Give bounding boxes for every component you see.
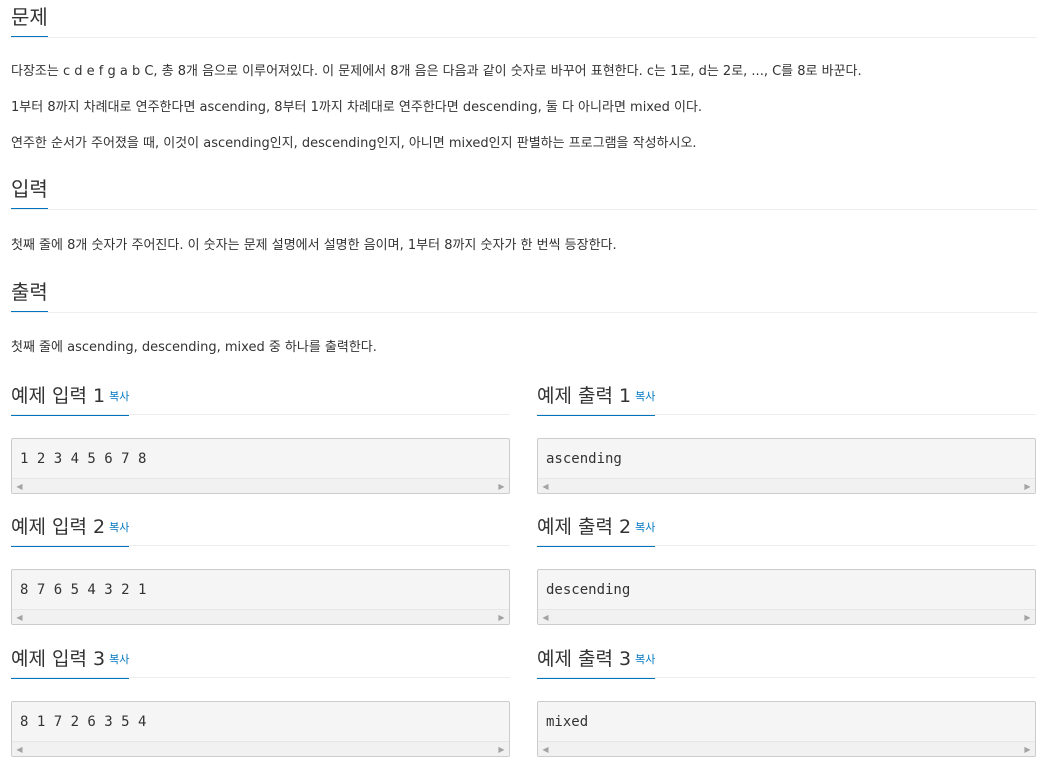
sample-output-3-value: mixed: [546, 714, 589, 730]
sample-output-3-title: 예제 출력 3: [537, 648, 632, 670]
sample-input-3-heading: 예제 입력 3 복사: [11, 646, 130, 679]
sample-input-1-scrollbar[interactable]: ◀ ▶: [12, 478, 509, 493]
scroll-right-arrow-icon[interactable]: ▶: [494, 479, 509, 493]
sample-output-1-headline: 예제 출력 1 복사: [537, 383, 1036, 416]
sample-input-1-heading: 예제 입력 1 복사: [11, 383, 130, 416]
sample-input-3-scrollbar[interactable]: ◀ ▶: [12, 741, 509, 756]
scroll-left-arrow-icon[interactable]: ◀: [538, 479, 553, 493]
copy-sample-input-2-button[interactable]: 복사: [109, 521, 129, 534]
sample-input-3-box: 8 1 7 2 6 3 5 4 ◀ ▶: [11, 701, 510, 757]
sample-input-2-scrollbar[interactable]: ◀ ▶: [12, 609, 509, 624]
output-section: 출력 첫째 줄에 ascending, descending, mixed 중 …: [11, 275, 1037, 355]
sample-input-1-box: 1 2 3 4 5 6 7 8 ◀ ▶: [11, 438, 510, 494]
scroll-right-arrow-icon[interactable]: ▶: [1020, 610, 1035, 624]
sample-input-2: 예제 입력 2 복사 8 7 6 5 4 3 2 1 ◀ ▶: [11, 514, 510, 625]
sample-output-2-scrollbar[interactable]: ◀ ▶: [538, 609, 1035, 624]
sample-input-2-title: 예제 입력 2: [11, 516, 106, 538]
input-headline: 입력: [11, 172, 1037, 210]
scroll-right-arrow-icon[interactable]: ▶: [494, 610, 509, 624]
sample-output-3-heading: 예제 출력 3 복사: [537, 646, 656, 679]
problem-paragraph-1: 다장조는 c d e f g a b C, 총 8개 음으로 이루어져있다. 이…: [11, 64, 862, 79]
scroll-right-arrow-icon[interactable]: ▶: [1020, 742, 1035, 756]
sample-input-1-title: 예제 입력 1: [11, 385, 106, 407]
sample-output-2-value: descending: [546, 582, 631, 598]
sample-output-2-headline: 예제 출력 2 복사: [537, 514, 1036, 547]
problem-page: 문제 다장조는 c d e f g a b C, 총 8개 음으로 이루어져있다…: [0, 0, 1047, 769]
sample-output-1-value: ascending: [546, 451, 622, 467]
copy-sample-output-1-button[interactable]: 복사: [635, 390, 655, 403]
copy-sample-input-1-button[interactable]: 복사: [109, 390, 129, 403]
problem-paragraph-3: 연주한 순서가 주어졌을 때, 이것이 ascending인지, descend…: [11, 136, 697, 151]
sample-output-2: 예제 출력 2 복사 descending ◀ ▶: [537, 514, 1036, 625]
scroll-left-arrow-icon[interactable]: ◀: [12, 742, 27, 756]
sample-input-3-headline: 예제 입력 3 복사: [11, 646, 510, 679]
input-section: 입력 첫째 줄에 8개 숫자가 주어진다. 이 숫자는 문제 설명에서 설명한 …: [11, 172, 1037, 253]
sample-input-2-heading: 예제 입력 2 복사: [11, 514, 130, 547]
sample-input-2-box: 8 7 6 5 4 3 2 1 ◀ ▶: [11, 569, 510, 625]
sample-output-1-scrollbar[interactable]: ◀ ▶: [538, 478, 1035, 493]
problem-title: 문제: [11, 4, 48, 37]
sample-input-3: 예제 입력 3 복사 8 1 7 2 6 3 5 4 ◀ ▶: [11, 646, 510, 757]
copy-sample-output-3-button[interactable]: 복사: [635, 653, 655, 666]
problem-section: 문제 다장조는 c d e f g a b C, 총 8개 음으로 이루어져있다…: [11, 0, 1037, 151]
sample-input-1-value: 1 2 3 4 5 6 7 8: [20, 451, 147, 467]
sample-output-3-box: mixed ◀ ▶: [537, 701, 1036, 757]
sample-output-1-title: 예제 출력 1: [537, 385, 632, 407]
sample-output-2-box: descending ◀ ▶: [537, 569, 1036, 625]
sample-output-2-title: 예제 출력 2: [537, 516, 632, 538]
scroll-left-arrow-icon[interactable]: ◀: [538, 610, 553, 624]
sample-output-3-scrollbar[interactable]: ◀ ▶: [538, 741, 1035, 756]
sample-input-2-value: 8 7 6 5 4 3 2 1: [20, 582, 147, 598]
input-title: 입력: [11, 176, 48, 209]
copy-sample-output-2-button[interactable]: 복사: [635, 521, 655, 534]
sample-input-2-headline: 예제 입력 2 복사: [11, 514, 510, 547]
scroll-left-arrow-icon[interactable]: ◀: [12, 479, 27, 493]
copy-sample-input-3-button[interactable]: 복사: [109, 653, 129, 666]
output-headline: 출력: [11, 275, 1037, 313]
sample-input-3-value: 8 1 7 2 6 3 5 4: [20, 714, 147, 730]
scroll-left-arrow-icon[interactable]: ◀: [12, 610, 27, 624]
output-title: 출력: [11, 279, 48, 312]
sample-output-1-heading: 예제 출력 1 복사: [537, 383, 656, 416]
sample-input-3-title: 예제 입력 3: [11, 648, 106, 670]
scroll-right-arrow-icon[interactable]: ▶: [494, 742, 509, 756]
input-paragraph: 첫째 줄에 8개 숫자가 주어진다. 이 숫자는 문제 설명에서 설명한 음이며…: [11, 238, 617, 253]
problem-paragraph-2: 1부터 8까지 차례대로 연주한다면 ascending, 8부터 1까지 차례…: [11, 100, 703, 115]
output-paragraph: 첫째 줄에 ascending, descending, mixed 중 하나를…: [11, 340, 377, 355]
problem-headline: 문제: [11, 0, 1037, 38]
sample-output-1: 예제 출력 1 복사 ascending ◀ ▶: [537, 383, 1036, 494]
scroll-left-arrow-icon[interactable]: ◀: [538, 742, 553, 756]
sample-output-3-headline: 예제 출력 3 복사: [537, 646, 1036, 679]
sample-output-1-box: ascending ◀ ▶: [537, 438, 1036, 494]
sample-output-3: 예제 출력 3 복사 mixed ◀ ▶: [537, 646, 1036, 757]
sample-output-2-heading: 예제 출력 2 복사: [537, 514, 656, 547]
sample-input-1-headline: 예제 입력 1 복사: [11, 383, 510, 416]
scroll-right-arrow-icon[interactable]: ▶: [1020, 479, 1035, 493]
sample-input-1: 예제 입력 1 복사 1 2 3 4 5 6 7 8 ◀ ▶: [11, 383, 510, 494]
